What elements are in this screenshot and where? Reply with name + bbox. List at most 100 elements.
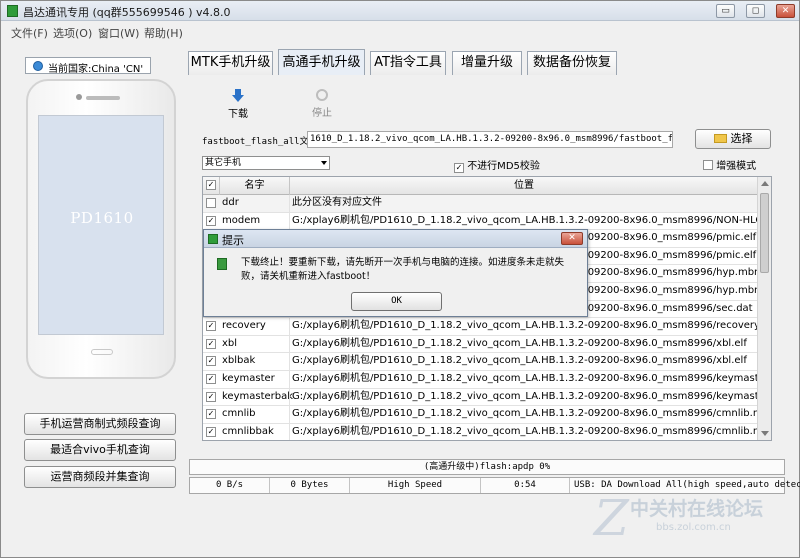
watermark: Z 中关村在线论坛 bbs.zol.com.cn (592, 488, 792, 554)
partition-name: xbl (222, 337, 238, 349)
partition-file-location: G:/xplay6刷机包/PD1610_D_1.18.2_vivo_qcom_L… (289, 406, 758, 424)
stop-label: 停止 (312, 108, 332, 119)
table-row[interactable]: ✓ modem G:/xplay6刷机包/PD1610_D_1.18.2_vivo_… (203, 212, 758, 231)
row-checkbox[interactable]: ✓ (206, 374, 216, 384)
watermark-mark: Z (594, 489, 629, 547)
enhanced-mode-checkbox[interactable] (703, 160, 713, 170)
menu-window[interactable]: 窗口(W) (98, 25, 139, 41)
table-row[interactable]: ✓ keymasterbak G:/xplay6刷机包/PD1610_D_1.18.… (203, 388, 758, 407)
skip-md5-option[interactable]: ✓ 不进行MD5校验 (454, 157, 540, 173)
column-header-name[interactable]: 名字 (219, 177, 289, 195)
phone-home-button (91, 349, 113, 355)
title-bar[interactable]: 昌达通讯专用 (qq群555699546 ) v4.8.0 ▭ ◻ ✕ (1, 1, 799, 21)
dialog-title: 提示 (222, 234, 244, 247)
row-checkbox[interactable]: ✓ (206, 215, 216, 226)
app-icon (7, 5, 18, 17)
row-checkbox[interactable]: ✓ (206, 338, 216, 349)
dialog-close-button[interactable]: ✕ (561, 232, 583, 245)
globe-icon (33, 61, 43, 71)
phone-camera (76, 94, 82, 100)
tab-incremental-upgrade[interactable]: 增量升级 (452, 51, 522, 75)
partition-file-location: G:/xplay6刷机包/PD1610_D_1.18.2_vivo_qcom_L… (289, 335, 758, 353)
row-checkbox[interactable]: ✓ (206, 391, 216, 402)
row-checkbox[interactable] (206, 198, 216, 208)
table-row[interactable]: ✓ recovery G:/xplay6刷机包/PD1610_D_1.18.2_vi… (203, 318, 758, 336)
tab-at-command-tool[interactable]: AT指令工具 (370, 51, 446, 75)
skip-md5-label: 不进行MD5校验 (467, 161, 540, 172)
transfer-mode: High Speed (387, 480, 443, 490)
message-icon (217, 258, 227, 270)
partition-file-location: 此分区没有对应文件 (289, 195, 758, 212)
partition-name: ddr (222, 197, 239, 208)
scroll-down-icon[interactable] (761, 431, 769, 436)
partition-file-location: G:/xplay6刷机包/PD1610_D_1.18.2_vivo_qcom_L… (289, 212, 758, 230)
row-checkbox[interactable]: ✓ (206, 426, 216, 437)
best-vivo-phone-query-button[interactable]: 最适合vivo手机查询 (24, 439, 176, 461)
menu-help[interactable]: 帮助(H) (144, 25, 183, 41)
close-button[interactable]: ✕ (776, 4, 795, 18)
scroll-up-icon[interactable] (761, 181, 769, 186)
tab-data-backup-restore[interactable]: 数据备份恢复 (527, 51, 617, 75)
partition-name: xblbak (222, 355, 256, 367)
maximize-button[interactable]: ◻ (746, 4, 765, 18)
progress-status: (高通升级中)flash:apdp 0% (189, 459, 785, 475)
partition-name: recovery (222, 320, 266, 332)
table-row[interactable]: ✓ cmnlibbak G:/xplay6刷机包/PD1610_D_1.18.2_v… (203, 423, 758, 440)
phone-screen: PD1610 (38, 115, 164, 335)
stop-button[interactable]: 停止 (310, 89, 334, 119)
elapsed-time: 0:54 (480, 478, 570, 493)
row-checkbox[interactable]: ✓ (206, 321, 216, 332)
enhanced-mode-option[interactable]: 增强模式 (703, 157, 756, 172)
carrier-band-union-query-button[interactable]: 运营商频段并集查询 (24, 466, 176, 488)
dialog-message: 下载终止！要重新下载，请先断开一次手机与电脑的连接。如进度条未走就失败，请关机重… (241, 257, 565, 282)
phone-model-label: PD1610 (70, 209, 134, 227)
enhanced-mode-label: 增强模式 (716, 161, 757, 172)
watermark-url: bbs.zol.com.cn (656, 522, 731, 533)
transfer-bytes: 0 Bytes (270, 478, 350, 493)
phone-type-value: 其它手机 (205, 158, 242, 168)
partition-file-location: G:/xplay6刷机包/PD1610_D_1.18.2_vivo_qcom_L… (289, 371, 758, 388)
menu-options[interactable]: 选项(O) (53, 25, 92, 41)
chevron-down-icon (321, 161, 327, 165)
phone-type-select[interactable]: 其它手机 (202, 156, 330, 170)
table-scrollbar[interactable] (757, 177, 771, 440)
partition-file-location: G:/xplay6刷机包/PD1610_D_1.18.2_vivo_qcom_L… (289, 388, 758, 406)
tab-qualcomm-upgrade[interactable]: 高通手机升级 (278, 49, 365, 75)
select-all-checkbox[interactable]: ✓ (206, 180, 216, 190)
scrollbar-thumb[interactable] (760, 193, 769, 273)
transfer-speed: 0 B/s (190, 478, 270, 493)
country-indicator: 当前国家:China 'CN' (25, 57, 151, 75)
stop-icon (316, 89, 328, 101)
ok-button[interactable]: OK (351, 292, 442, 311)
partition-name: keymasterbak (222, 390, 294, 402)
country-label: 当前国家:China 'CN' (48, 64, 144, 75)
table-row[interactable]: ✓ xbl G:/xplay6刷机包/PD1610_D_1.18.2_vivo_qc… (203, 335, 758, 354)
watermark-name: 中关村在线论坛 (630, 498, 764, 520)
phone-speaker (86, 96, 120, 100)
table-row[interactable]: ✓ keymaster G:/xplay6刷机包/PD1610_D_1.18.2_v… (203, 371, 758, 389)
row-checkbox[interactable]: ✓ (206, 356, 216, 367)
table-row[interactable]: ddr 此分区没有对应文件 (203, 195, 758, 213)
window-title: 昌达通讯专用 (qq群555699546 ) v4.8.0 (23, 6, 231, 19)
carrier-band-query-button[interactable]: 手机运营商制式频段查询 (24, 413, 176, 435)
table-row[interactable]: ✓ xblbak G:/xplay6刷机包/PD1610_D_1.18.2_vivo… (203, 353, 758, 371)
skip-md5-checkbox[interactable]: ✓ (454, 163, 464, 173)
partition-file-location: G:/xplay6刷机包/PD1610_D_1.18.2_vivo_qcom_L… (289, 423, 758, 440)
download-button[interactable]: 下载 (226, 89, 250, 120)
left-panel: 当前国家:China 'CN' PD1610 手机运营商制式频段查询 最适合vi… (1, 41, 186, 558)
column-header-location[interactable]: 位置 (289, 177, 758, 195)
choose-file-button[interactable]: 选择 (695, 129, 771, 149)
minimize-button[interactable]: ▭ (716, 4, 735, 18)
menu-file[interactable]: 文件(F) (11, 25, 48, 41)
choose-file-label: 选择 (730, 132, 753, 145)
partition-file-location: G:/xplay6刷机包/PD1610_D_1.18.2_vivo_qcom_L… (289, 318, 758, 336)
row-checkbox[interactable]: ✓ (206, 409, 216, 420)
menu-bar: 文件(F) 选项(O) 窗口(W) 帮助(H) (1, 22, 799, 41)
dialog-title-bar[interactable]: 提示 ✕ (204, 230, 587, 248)
partition-name: modem (222, 214, 261, 226)
app-icon (208, 234, 218, 244)
tab-mtk-upgrade[interactable]: MTK手机升级 (188, 51, 273, 75)
phone-image: PD1610 (26, 79, 176, 379)
flash-file-path-input[interactable]: 1610_D_1.18.2_vivo_qcom_LA.HB.1.3.2-0920… (307, 131, 673, 148)
table-row[interactable]: ✓ cmnlib G:/xplay6刷机包/PD1610_D_1.18.2_vivo… (203, 406, 758, 424)
